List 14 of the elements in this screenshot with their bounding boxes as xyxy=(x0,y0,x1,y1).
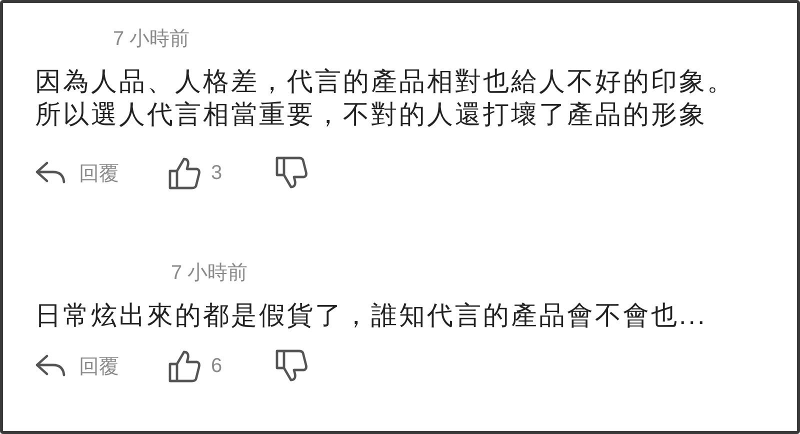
thumbs-down-icon[interactable] xyxy=(274,156,308,190)
reply-icon xyxy=(35,353,67,379)
reply-button[interactable]: 回覆 xyxy=(35,352,119,380)
comment-time: 7 小時前 xyxy=(113,27,190,52)
thumbs-down-icon[interactable] xyxy=(274,349,308,383)
comment-time: 7 小時前 xyxy=(171,261,248,286)
comment-text: 日常炫出來的都是假貨了，誰知代言的產品會不會也... xyxy=(35,299,708,332)
thumbs-up-icon[interactable] xyxy=(167,156,201,190)
like-count: 6 xyxy=(211,354,222,378)
reply-icon xyxy=(35,160,67,186)
like-count: 3 xyxy=(211,162,222,184)
reply-button[interactable]: 回覆 xyxy=(35,160,119,186)
comment-text: 因為人品、人格差，代言的產品相對也給人不好的印象。所以選人代言相當重要，不對的人還打壞了產品的形象 xyxy=(35,65,736,131)
thumbs-up-icon[interactable] xyxy=(167,349,201,383)
